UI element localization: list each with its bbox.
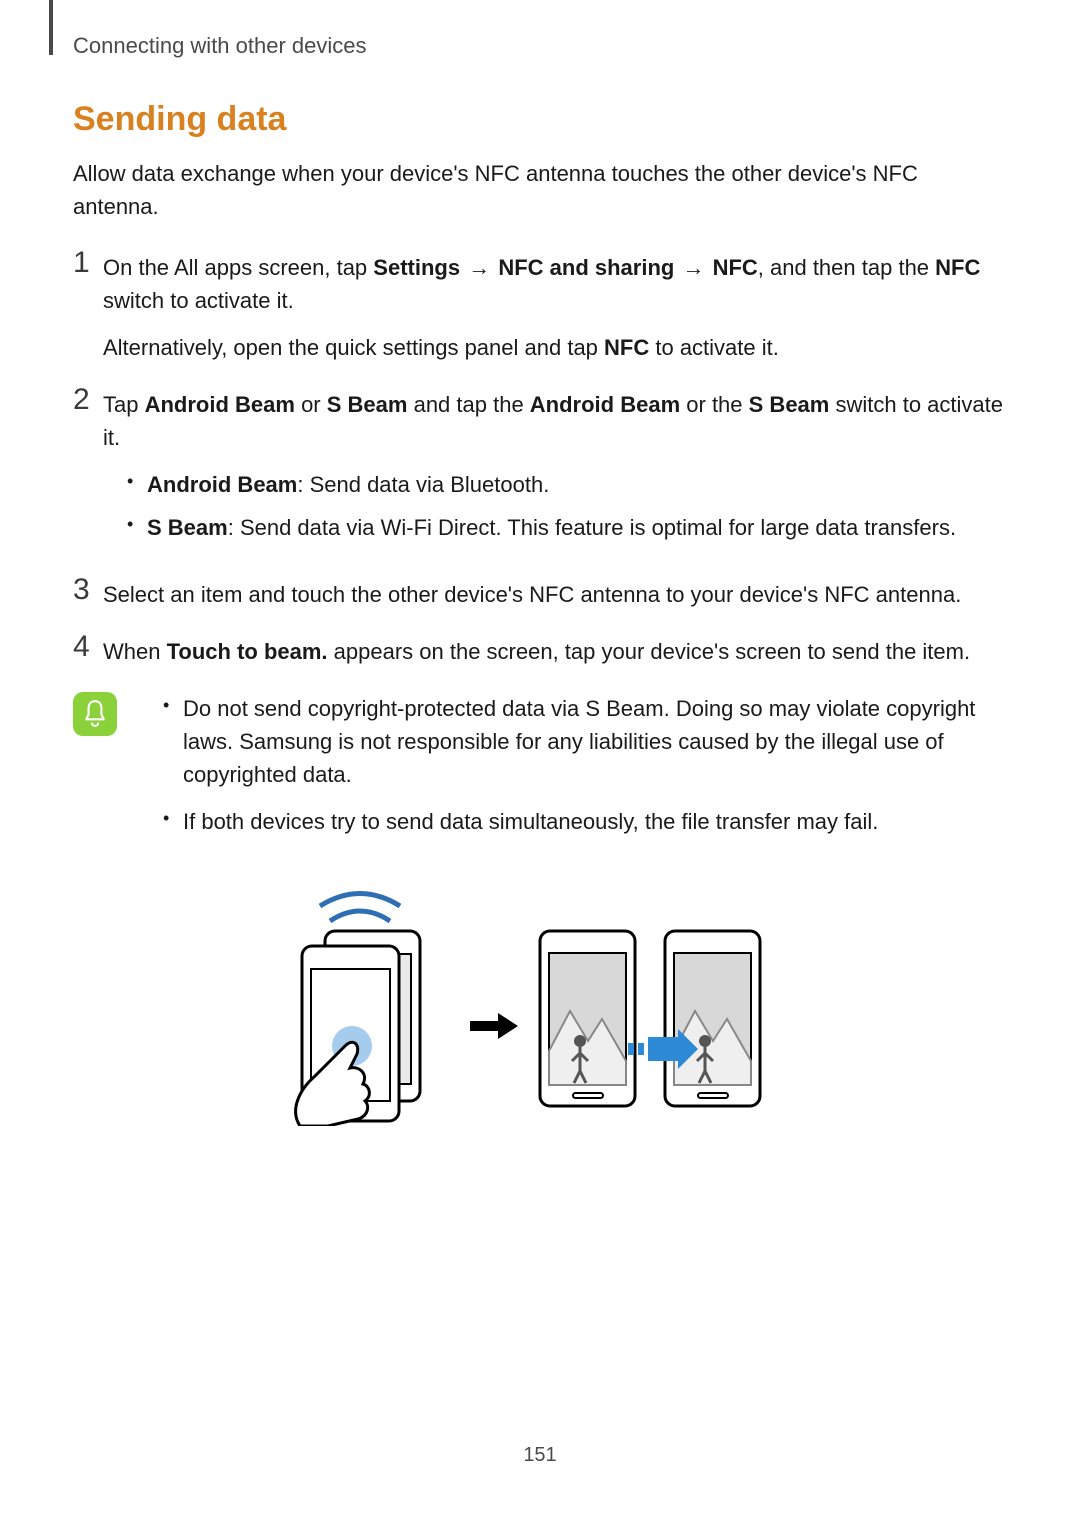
text: and tap the <box>407 392 529 417</box>
bold-nfc-sharing: NFC and sharing <box>498 255 674 280</box>
text: When <box>103 639 167 664</box>
text: , and then tap the <box>758 255 935 280</box>
text: appears on the screen, tap your device's… <box>328 639 971 664</box>
text: to activate it. <box>649 335 779 360</box>
arrow: → <box>460 255 498 280</box>
section-intro: Allow data exchange when your device's N… <box>73 157 1007 223</box>
step-body: Select an item and touch the other devic… <box>103 578 1007 611</box>
step-number: 4 <box>73 632 103 662</box>
bold-settings: Settings <box>373 255 460 280</box>
step-number: 2 <box>73 385 103 415</box>
step-3-text: Select an item and touch the other devic… <box>103 578 1007 611</box>
bell-icon <box>73 692 117 736</box>
step-body: On the All apps screen, tap Settings → N… <box>103 251 1007 364</box>
nfc-beam-illustration <box>73 876 1007 1131</box>
bold-nfc-alt: NFC <box>604 335 649 360</box>
note-list: Do not send copyright-protected data via… <box>163 692 1007 852</box>
step-2-line: Tap Android Beam or S Beam and tap the A… <box>103 388 1007 454</box>
step-body: Tap Android Beam or S Beam and tap the A… <box>103 388 1007 554</box>
note-item-simultaneous: If both devices try to send data simulta… <box>163 805 1007 838</box>
arrow: → <box>674 255 712 280</box>
step-1-line-2: Alternatively, open the quick settings p… <box>103 331 1007 364</box>
bold-touch-to-beam: Touch to beam. <box>167 639 328 664</box>
note-block: Do not send copyright-protected data via… <box>73 692 1007 852</box>
text: On the All apps screen, tap <box>103 255 373 280</box>
text: switch to activate it. <box>103 288 294 313</box>
bullet-label: Android Beam <box>147 472 297 497</box>
step-4-text: When Touch to beam. appears on the scree… <box>103 635 1007 668</box>
bold-android-beam-2: Android Beam <box>530 392 680 417</box>
note-item-copyright: Do not send copyright-protected data via… <box>163 692 1007 791</box>
step-body: When Touch to beam. appears on the scree… <box>103 635 1007 668</box>
step-2: 2 Tap Android Beam or S Beam and tap the… <box>73 388 1007 554</box>
bullet-text: : Send data via Bluetooth. <box>297 472 549 497</box>
step-3: 3 Select an item and touch the other dev… <box>73 578 1007 611</box>
page-corner-mark <box>49 0 53 55</box>
bullet-label: S Beam <box>147 515 228 540</box>
step-number: 1 <box>73 248 103 278</box>
text: Tap <box>103 392 145 417</box>
text: Alternatively, open the quick settings p… <box>103 335 604 360</box>
step-2-bullets: Android Beam: Send data via Bluetooth. S… <box>127 468 1007 544</box>
section-title: Sending data <box>73 100 1007 139</box>
step-4: 4 When Touch to beam. appears on the scr… <box>73 635 1007 668</box>
text: or the <box>680 392 748 417</box>
page-content: Sending data Allow data exchange when yo… <box>73 100 1007 1131</box>
bold-s-beam-2: S Beam <box>749 392 830 417</box>
bold-nfc: NFC <box>713 255 758 280</box>
step-1-line-1: On the All apps screen, tap Settings → N… <box>103 251 1007 317</box>
bold-nfc-switch: NFC <box>935 255 980 280</box>
step-number: 3 <box>73 575 103 605</box>
running-header: Connecting with other devices <box>73 33 367 59</box>
bullet-s-beam: S Beam: Send data via Wi-Fi Direct. This… <box>127 511 1007 544</box>
page-number: 151 <box>0 1444 1080 1467</box>
bold-s-beam: S Beam <box>327 392 408 417</box>
step-1: 1 On the All apps screen, tap Settings →… <box>73 251 1007 364</box>
text: or <box>295 392 327 417</box>
bold-android-beam: Android Beam <box>145 392 295 417</box>
bullet-android-beam: Android Beam: Send data via Bluetooth. <box>127 468 1007 501</box>
bullet-text: : Send data via Wi-Fi Direct. This featu… <box>228 515 956 540</box>
